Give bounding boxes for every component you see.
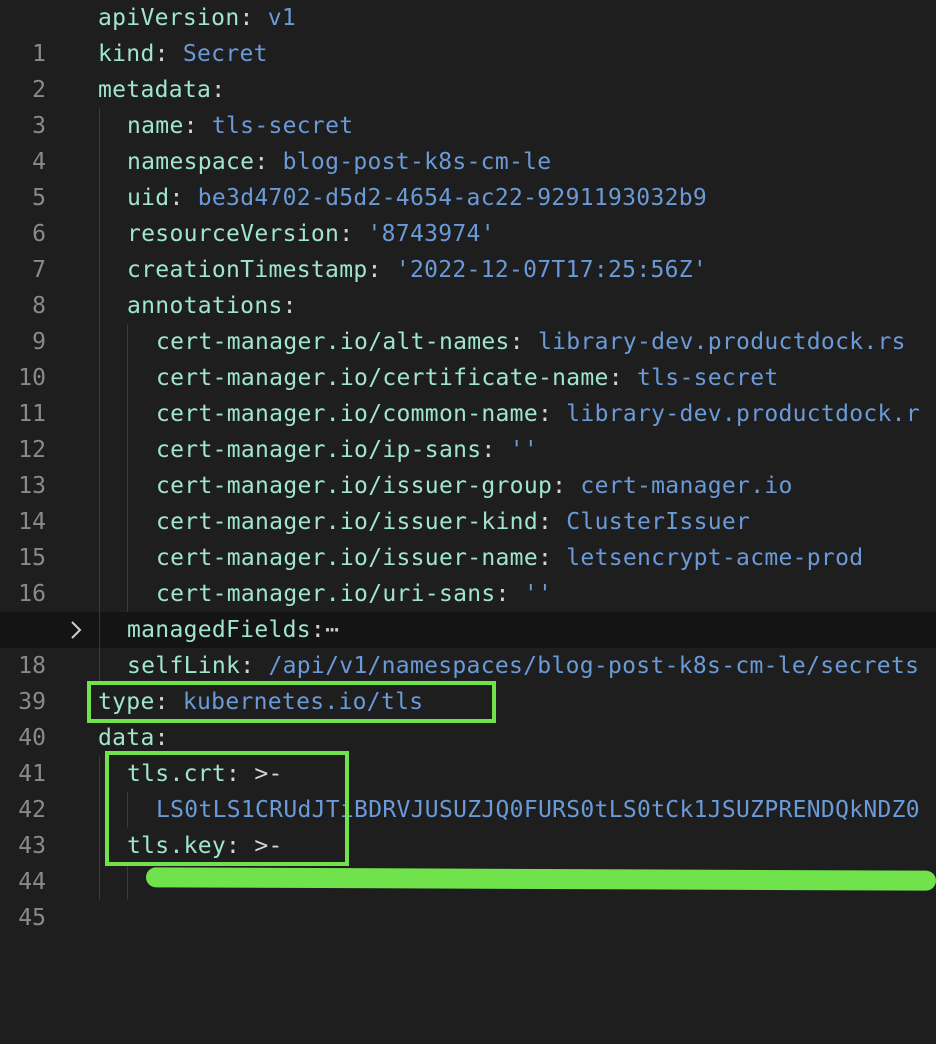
yaml-value: '' [509, 437, 538, 463]
chevron-right-icon[interactable] [64, 612, 88, 648]
indent-guide [127, 432, 128, 468]
yaml-key: creationTimestamp [127, 257, 368, 283]
yaml-value: be3d4702-d5d2-4654-ac22-9291193032b9 [197, 185, 708, 211]
code-line[interactable]: 14 cert-manager.io/issuer-group: cert-ma… [0, 468, 936, 535]
code-line[interactable]: 17 cert-manager.io/uri-sans: '' [0, 576, 936, 643]
yaml-value: '2022-12-07T17:25:56Z' [395, 257, 708, 283]
yaml-value: ClusterIssuer [566, 509, 751, 535]
indent-guide [99, 540, 100, 576]
indent-guide [99, 612, 100, 648]
indent-guide [99, 504, 100, 540]
code-line[interactable]: 4 name: tls-secret [0, 108, 936, 175]
yaml-key: namespace [127, 149, 255, 175]
code-line-folded[interactable]: 18 managedFields:⋯ [0, 612, 936, 679]
yaml-key: name [127, 113, 184, 139]
yaml-key: cert-manager.io/uri-sans [156, 581, 496, 607]
yaml-value: '' [523, 581, 553, 607]
yaml-value: blog-post-k8s-cm-le [282, 149, 552, 175]
yaml-value: v1 [267, 5, 297, 31]
yaml-value: Secret [182, 41, 268, 67]
code-editor[interactable]: 1 apiVersion: v1 2 kind: Secret 3 metada… [0, 0, 936, 931]
indent-guide [127, 576, 128, 612]
yaml-value: library-dev.productdock.r [566, 401, 920, 427]
code-line[interactable]: 7 resourceVersion: '8743974' [0, 216, 936, 283]
indent-guide [99, 252, 100, 288]
code-line[interactable]: 3 metadata: [0, 72, 936, 139]
code-line[interactable]: 9 annotations: [0, 288, 936, 355]
indent-guide [99, 324, 100, 360]
yaml-key: managedFields [127, 617, 311, 643]
yaml-value: cert-manager.io [580, 473, 793, 499]
line-number: 45 [18, 905, 46, 931]
yaml-key: metadata [98, 77, 212, 103]
indent-guide [99, 108, 100, 144]
indent-guide [99, 576, 100, 612]
yaml-key: resourceVersion [127, 221, 340, 247]
yaml-key: cert-manager.io/certificate-name [156, 365, 609, 391]
indent-guide [99, 828, 100, 864]
indent-guide [99, 648, 100, 684]
code-line[interactable]: 39 selfLink: /api/v1/namespaces/blog-pos… [0, 648, 936, 715]
code-line[interactable]: 16 cert-manager.io/issuer-name: letsencr… [0, 540, 936, 607]
yaml-key: data [98, 725, 155, 751]
indent-guide [99, 468, 100, 504]
indent-guide [99, 216, 100, 252]
folded-ellipsis-icon[interactable]: ⋯ [325, 617, 339, 643]
redaction-scribble [145, 867, 936, 891]
indent-guide [127, 468, 128, 504]
code-line[interactable]: 8 creationTimestamp: '2022-12-07T17:25:5… [0, 252, 936, 319]
yaml-key: cert-manager.io/issuer-group [156, 473, 553, 499]
code-line[interactable]: 5 namespace: blog-post-k8s-cm-le [0, 144, 936, 211]
indent-guide [99, 180, 100, 216]
indent-guide [99, 396, 100, 432]
type-highlight-box [87, 681, 496, 723]
indent-guide [127, 324, 128, 360]
yaml-value: letsencrypt-acme-prod [566, 545, 864, 571]
indent-guide [99, 360, 100, 396]
code-line[interactable]: 10 cert-manager.io/alt-names: library-de… [0, 324, 936, 391]
yaml-key: annotations [127, 293, 283, 319]
yaml-key: cert-manager.io/alt-names [156, 329, 510, 355]
indent-guide [127, 504, 128, 540]
yaml-value: '8743974' [367, 221, 495, 247]
yaml-key: cert-manager.io/issuer-kind [156, 509, 538, 535]
indent-guide [127, 540, 128, 576]
yaml-key: apiVersion [98, 5, 240, 31]
indent-guide [99, 792, 100, 828]
yaml-key: cert-manager.io/ip-sans [156, 437, 482, 463]
indent-guide [127, 396, 128, 432]
code-line[interactable]: 13 cert-manager.io/ip-sans: '' [0, 432, 936, 499]
yaml-value: /api/v1/namespaces/blog-post-k8s-cm-le/s… [268, 653, 920, 679]
code-line[interactable]: 12 cert-manager.io/common-name: library-… [0, 396, 936, 463]
indent-guide [99, 144, 100, 180]
code-line[interactable]: 1 apiVersion: v1 [0, 0, 936, 67]
yaml-value: tls-secret [637, 365, 779, 391]
indent-guide [99, 864, 100, 900]
yaml-value: tls-secret [211, 113, 354, 139]
indent-guide [99, 288, 100, 324]
code-line[interactable]: 6 uid: be3d4702-d5d2-4654-ac22-929119303… [0, 180, 936, 247]
code-line[interactable]: 15 cert-manager.io/issuer-kind: ClusterI… [0, 504, 936, 571]
code-line[interactable]: 11 cert-manager.io/certificate-name: tls… [0, 360, 936, 427]
indent-guide [99, 756, 100, 792]
yaml-key: cert-manager.io/common-name [156, 401, 538, 427]
indent-guide [99, 432, 100, 468]
yaml-key: cert-manager.io/issuer-name [156, 545, 538, 571]
code-line[interactable]: 2 kind: Secret [0, 36, 936, 103]
indent-guide [127, 360, 128, 396]
yaml-key: uid [127, 185, 170, 211]
yaml-key: selfLink [127, 653, 241, 679]
tls-keys-highlight-box [105, 751, 349, 866]
yaml-key: kind [98, 41, 155, 67]
indent-guide [127, 864, 128, 900]
yaml-value: library-dev.productdock.rs [537, 329, 906, 355]
